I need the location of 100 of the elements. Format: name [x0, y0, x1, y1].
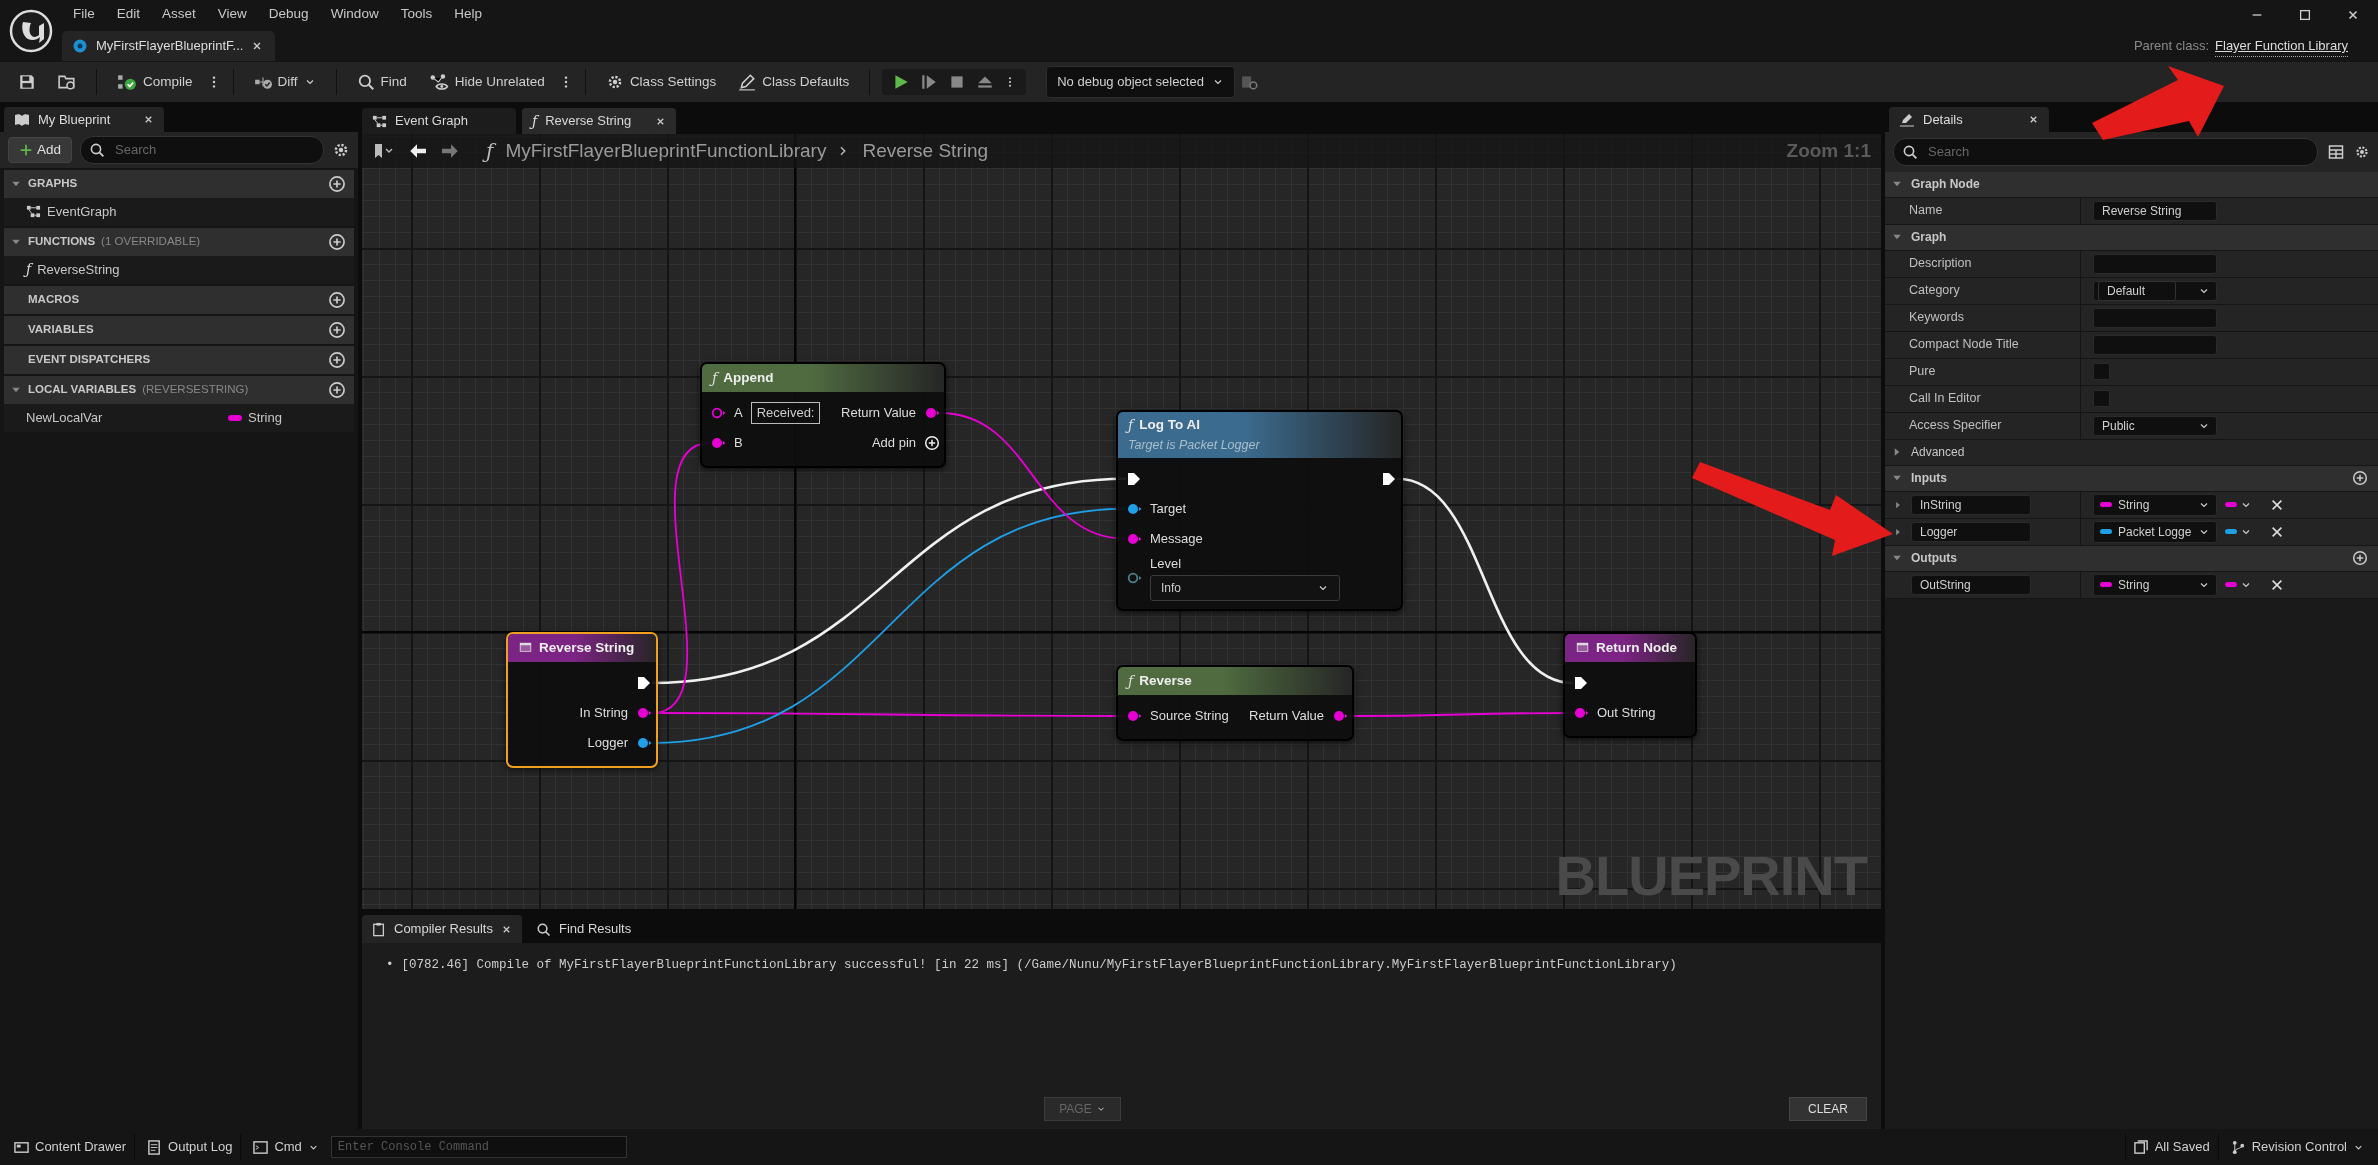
panel-tab[interactable]: My Blueprint: [4, 107, 164, 132]
pin-icon[interactable]: [1332, 708, 1348, 724]
category-combo[interactable]: Default: [2093, 280, 2217, 301]
content-drawer-button[interactable]: Content Drawer: [6, 1134, 136, 1160]
breadcrumb-item[interactable]: MyFirstFlayerBlueprintFunctionLibrary: [505, 136, 827, 166]
graph-node[interactable]: ƒ Reverse Source String Return Value: [1116, 665, 1354, 741]
graph-tab[interactable]: Event Graph: [362, 108, 516, 134]
clear-button[interactable]: CLEAR: [1788, 1097, 1867, 1121]
category-header[interactable]: Advanced: [1885, 439, 2378, 466]
category-header[interactable]: FUNCTIONS (1 OVERRIDABLE): [4, 227, 354, 256]
add-button[interactable]: Add: [8, 136, 73, 163]
category-header[interactable]: MACROS: [4, 285, 354, 314]
class-defaults-button[interactable]: Class Defaults: [730, 67, 858, 97]
pin-default-field[interactable]: Received:: [750, 402, 821, 424]
tree-item[interactable]: EventGraph: [4, 197, 354, 226]
combo-text-field[interactable]: Default: [2098, 280, 2176, 301]
pin-icon[interactable]: [710, 435, 726, 451]
debug-object-dropdown[interactable]: No debug object selected: [1046, 66, 1235, 98]
search-input[interactable]: Search: [113, 139, 315, 161]
graph-node[interactable]: ƒ Append A Received: B Return Value Add pin: [700, 362, 946, 468]
maximize-icon[interactable]: [2298, 8, 2312, 22]
menu-item[interactable]: Asset: [151, 3, 207, 25]
category-header[interactable]: Graph: [1885, 224, 2378, 251]
bookmark-icon[interactable]: [372, 143, 394, 159]
pin-icon[interactable]: [636, 735, 652, 751]
compile-button[interactable]: Compile: [109, 67, 201, 97]
revision-control-button[interactable]: Revision Control: [2222, 1134, 2372, 1160]
cmd-dropdown[interactable]: Cmd: [245, 1134, 327, 1160]
close-icon[interactable]: [2028, 114, 2039, 125]
menu-item[interactable]: Window: [319, 3, 390, 25]
text-field[interactable]: [2093, 307, 2217, 328]
graph-node[interactable]: Return Node Out String: [1563, 632, 1697, 738]
add-pin-icon[interactable]: [924, 435, 940, 451]
pin-icon[interactable]: [710, 405, 726, 421]
add-icon[interactable]: [2352, 550, 2368, 566]
breadcrumb-item[interactable]: Reverse String: [862, 136, 989, 166]
pin-icon[interactable]: [636, 705, 652, 721]
menu-item[interactable]: Edit: [105, 3, 152, 25]
settings-icon[interactable]: [2354, 143, 2370, 160]
menu-item[interactable]: Tools: [389, 3, 444, 25]
panel-tab[interactable]: Find Results: [526, 915, 642, 943]
close-icon[interactable]: [2346, 8, 2360, 22]
table-icon[interactable]: [2328, 143, 2344, 160]
add-icon[interactable]: [328, 350, 346, 369]
type-dropdown[interactable]: Packet Logge: [2093, 520, 2217, 543]
remove-icon[interactable]: [2270, 497, 2284, 512]
menu-item[interactable]: File: [62, 3, 106, 25]
document-tab[interactable]: MyFirstFlayerBlueprintF...: [62, 31, 276, 61]
add-icon[interactable]: [328, 290, 346, 309]
add-icon[interactable]: [328, 320, 346, 339]
category-header[interactable]: Inputs: [1885, 465, 2378, 492]
add-icon[interactable]: [328, 380, 346, 399]
panel-tab[interactable]: Details: [1889, 107, 2049, 132]
saved-button[interactable]: All Saved: [2124, 1134, 2219, 1160]
remove-icon[interactable]: [2270, 524, 2284, 539]
exec-pin-icon[interactable]: [1573, 675, 1589, 691]
name-field[interactable]: Logger: [1911, 521, 2031, 542]
level-dropdown[interactable]: Info: [1150, 575, 1340, 602]
hide-unrelated-button[interactable]: Hide Unrelated: [420, 67, 553, 97]
category-header[interactable]: GRAPHS: [4, 169, 354, 198]
close-icon[interactable]: [143, 114, 154, 125]
category-header[interactable]: Graph Node: [1885, 171, 2378, 198]
menu-item[interactable]: Debug: [257, 3, 320, 25]
graph-node[interactable]: ƒ Log To AI Target is Packet Logger Target Message Level Info: [1116, 410, 1403, 612]
type-dropdown[interactable]: String: [2093, 573, 2217, 596]
menu-item[interactable]: Help: [443, 3, 493, 25]
text-field[interactable]: [2093, 334, 2217, 355]
output-log-button[interactable]: Output Log: [139, 1134, 242, 1160]
debug-browse-icon[interactable]: [1240, 73, 1259, 91]
access-dropdown[interactable]: Public: [2093, 415, 2217, 436]
text-field[interactable]: [2093, 253, 2217, 274]
exec-pin-icon[interactable]: [636, 675, 652, 691]
graph-tab[interactable]: ƒ Reverse String: [522, 108, 676, 134]
checkbox[interactable]: [2093, 390, 2110, 407]
panel-tab[interactable]: Compiler Results: [362, 915, 522, 943]
pin-icon[interactable]: [1126, 708, 1142, 724]
text-field[interactable]: Reverse String: [2093, 200, 2217, 221]
diff-button[interactable]: Diff: [245, 67, 324, 97]
name-field[interactable]: OutString: [1911, 574, 2031, 595]
console-input[interactable]: Enter Console Command: [330, 1136, 627, 1158]
name-field[interactable]: InString: [1911, 494, 2031, 515]
class-settings-button[interactable]: Class Settings: [597, 67, 725, 97]
category-header[interactable]: Outputs: [1885, 545, 2378, 572]
category-header[interactable]: EVENT DISPATCHERS: [4, 345, 354, 374]
exec-pin-icon[interactable]: [1126, 470, 1142, 487]
find-button[interactable]: Find: [348, 67, 415, 97]
checkbox[interactable]: [2093, 363, 2110, 380]
pin-icon[interactable]: [1573, 705, 1589, 721]
tree-item[interactable]: ƒ ReverseString: [4, 255, 354, 284]
category-header[interactable]: VARIABLES: [4, 315, 354, 344]
tree-item[interactable]: NewLocalVar String: [4, 403, 354, 432]
search-box[interactable]: Search: [1893, 138, 2318, 166]
menu-item[interactable]: View: [206, 3, 258, 25]
type-dropdown[interactable]: String: [2093, 493, 2217, 516]
exec-pin-icon[interactable]: [1381, 470, 1397, 487]
remove-icon[interactable]: [2270, 577, 2284, 592]
pin-icon[interactable]: [924, 405, 940, 421]
graph-node[interactable]: Reverse String In String Logger: [506, 632, 658, 768]
add-icon[interactable]: [2352, 470, 2368, 486]
search-box[interactable]: Search: [80, 136, 324, 164]
